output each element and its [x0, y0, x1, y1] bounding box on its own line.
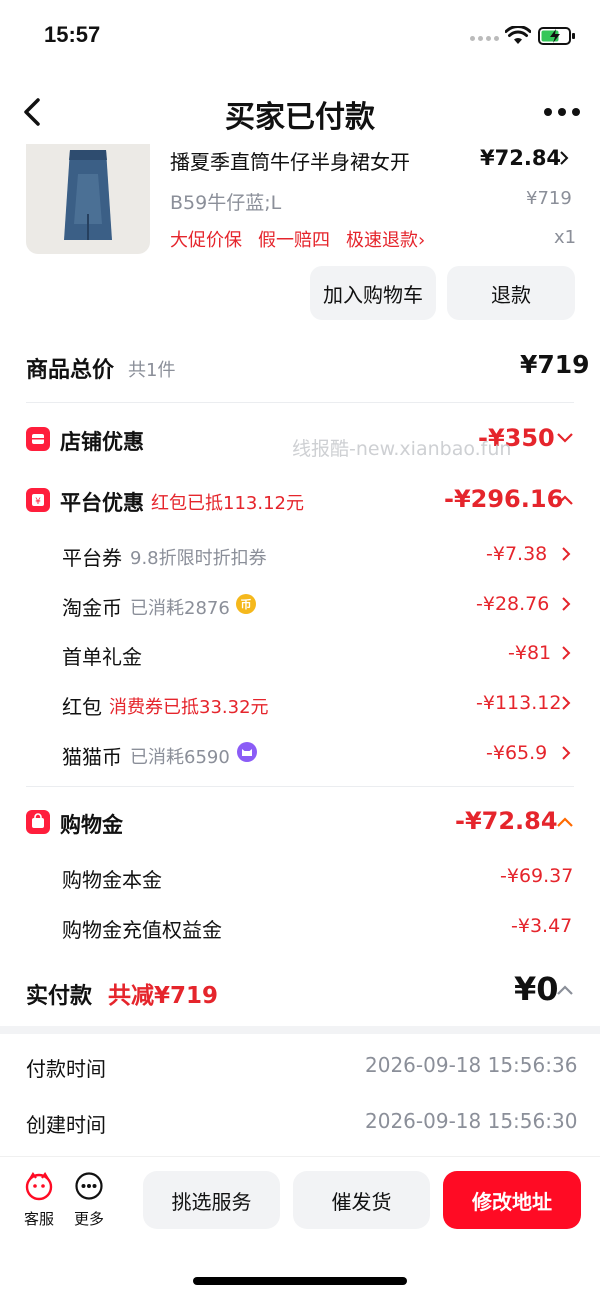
- more-icon: [75, 1172, 103, 1200]
- shopping-credit-amount: -¥72.84: [455, 807, 558, 835]
- actual-payment-label: 实付款: [26, 984, 93, 1009]
- chevron-down-icon[interactable]: [556, 432, 574, 444]
- shopping-credit-bonus-amount: -¥3.47: [511, 915, 573, 937]
- product-title[interactable]: 播夏季直筒牛仔半身裙女开: [170, 146, 450, 175]
- signal-icon: [470, 36, 499, 41]
- total-item-count: 共1件: [128, 360, 176, 381]
- customer-service-label: 客服: [23, 1210, 54, 1228]
- urge-shipment-button[interactable]: 催发货: [293, 1171, 430, 1229]
- shopping-bag-icon: [26, 810, 50, 834]
- product-original-price: ¥719: [526, 188, 572, 209]
- create-time-label: 创建时间: [26, 1113, 106, 1137]
- shopping-credit-principal-amount: -¥69.37: [500, 865, 574, 887]
- store-icon: [26, 427, 50, 451]
- coin-icon: 币: [236, 594, 256, 614]
- payment-time-value: 2026-09-18 15:56:36: [365, 1053, 578, 1077]
- more-options-icon[interactable]: [544, 108, 580, 116]
- platform-coupon-amount: -¥7.38: [486, 543, 548, 565]
- customer-service-icon: [25, 1172, 53, 1201]
- chevron-right-icon[interactable]: [560, 694, 572, 712]
- product-service-tags[interactable]: 大促价保 假一赔四 极速退款›: [170, 226, 425, 252]
- product-quantity: x1: [554, 227, 577, 248]
- chevron-right-icon[interactable]: [560, 644, 572, 662]
- red-packet-note: 消费券已抵33.32元: [109, 697, 269, 718]
- pick-service-button[interactable]: 挑选服务: [143, 1171, 280, 1229]
- battery-charging-icon: [538, 27, 575, 45]
- chevron-right-icon[interactable]: [558, 149, 570, 167]
- refund-button[interactable]: 退款: [447, 266, 575, 320]
- customer-service-button[interactable]: 客服: [19, 1171, 59, 1229]
- first-order-gift-amount: -¥81: [508, 642, 552, 664]
- home-indicator[interactable]: [193, 1277, 407, 1285]
- taobao-coin-label: 淘金币: [62, 596, 122, 620]
- shopping-credit-bonus-label: 购物金充值权益金: [62, 918, 222, 942]
- platform-coupon-note: 9.8折限时折扣券: [130, 548, 267, 569]
- order-content[interactable]: 播夏季直筒牛仔半身裙女开 ¥72.84 B59牛仔蓝;L ¥719 大促价保 假…: [0, 144, 600, 1156]
- actual-payment-value: ¥0: [514, 970, 559, 1008]
- shopping-credit-label: 购物金: [60, 813, 123, 837]
- shopping-credit-principal-label: 购物金本金: [62, 868, 162, 892]
- product-price: ¥72.84: [480, 146, 562, 170]
- section-separator: [0, 1026, 600, 1034]
- chevron-right-icon[interactable]: [560, 744, 572, 762]
- payment-time-label: 付款时间: [26, 1057, 106, 1081]
- tag-price-protect: 大促价保: [170, 230, 242, 251]
- total-price-value: ¥719: [520, 350, 590, 379]
- cat-coin-amount: -¥65.9: [486, 742, 548, 764]
- status-time: 15:57: [44, 22, 101, 47]
- status-bar: 15:57: [0, 0, 600, 72]
- wifi-icon: [505, 26, 531, 44]
- product-sku: B59牛仔蓝;L: [170, 192, 282, 214]
- change-address-button[interactable]: 修改地址: [443, 1171, 581, 1229]
- platform-discount-amount: -¥296.16: [444, 485, 564, 513]
- taobao-coin-amount: -¥28.76: [476, 593, 550, 615]
- platform-discount-label: 平台优惠: [60, 491, 144, 515]
- first-order-gift-label: 首单礼金: [62, 645, 142, 669]
- taobao-coin-note: 已消耗2876: [130, 598, 230, 619]
- store-discount-label: 店铺优惠: [60, 430, 144, 454]
- chevron-right-icon[interactable]: [560, 545, 572, 563]
- platform-discount-note: 红包已抵113.12元: [151, 493, 304, 514]
- cat-coin-icon: [237, 742, 257, 762]
- watermark: 线报酷-new.xianbao.fun: [292, 438, 512, 460]
- nav-bar: 买家已付款: [0, 80, 600, 144]
- platform-discount-icon: ¥: [26, 488, 50, 512]
- more-button[interactable]: 更多: [69, 1171, 109, 1229]
- create-time-value: 2026-09-18 15:56:30: [365, 1109, 578, 1133]
- chevron-up-icon[interactable]: [556, 984, 574, 996]
- tag-fake-compensation: 假一赔四: [258, 230, 330, 251]
- total-price-label: 商品总价: [26, 358, 115, 383]
- chevron-right-icon[interactable]: [560, 595, 572, 613]
- chevron-up-icon[interactable]: [556, 816, 574, 828]
- more-label: 更多: [73, 1210, 104, 1228]
- total-reduction: 共减¥719: [108, 983, 219, 1009]
- chevron-up-icon[interactable]: [556, 494, 574, 506]
- svg-text:¥: ¥: [35, 497, 41, 507]
- cat-coin-label: 猫猫币: [62, 745, 122, 769]
- page-title: 买家已付款: [225, 100, 375, 135]
- product-image[interactable]: [26, 144, 150, 254]
- platform-coupon-label: 平台券: [62, 546, 122, 570]
- divider: [26, 786, 574, 787]
- red-packet-amount: -¥113.12: [476, 692, 562, 714]
- divider: [26, 402, 574, 403]
- add-to-cart-button[interactable]: 加入购物车: [310, 266, 436, 320]
- tag-fast-refund: 极速退款›: [346, 230, 426, 251]
- cat-coin-note: 已消耗6590: [130, 747, 230, 768]
- bottom-action-bar: 客服 更多 挑选服务 催发货 修改地址: [0, 1156, 600, 1299]
- red-packet-label: 红包: [62, 695, 102, 719]
